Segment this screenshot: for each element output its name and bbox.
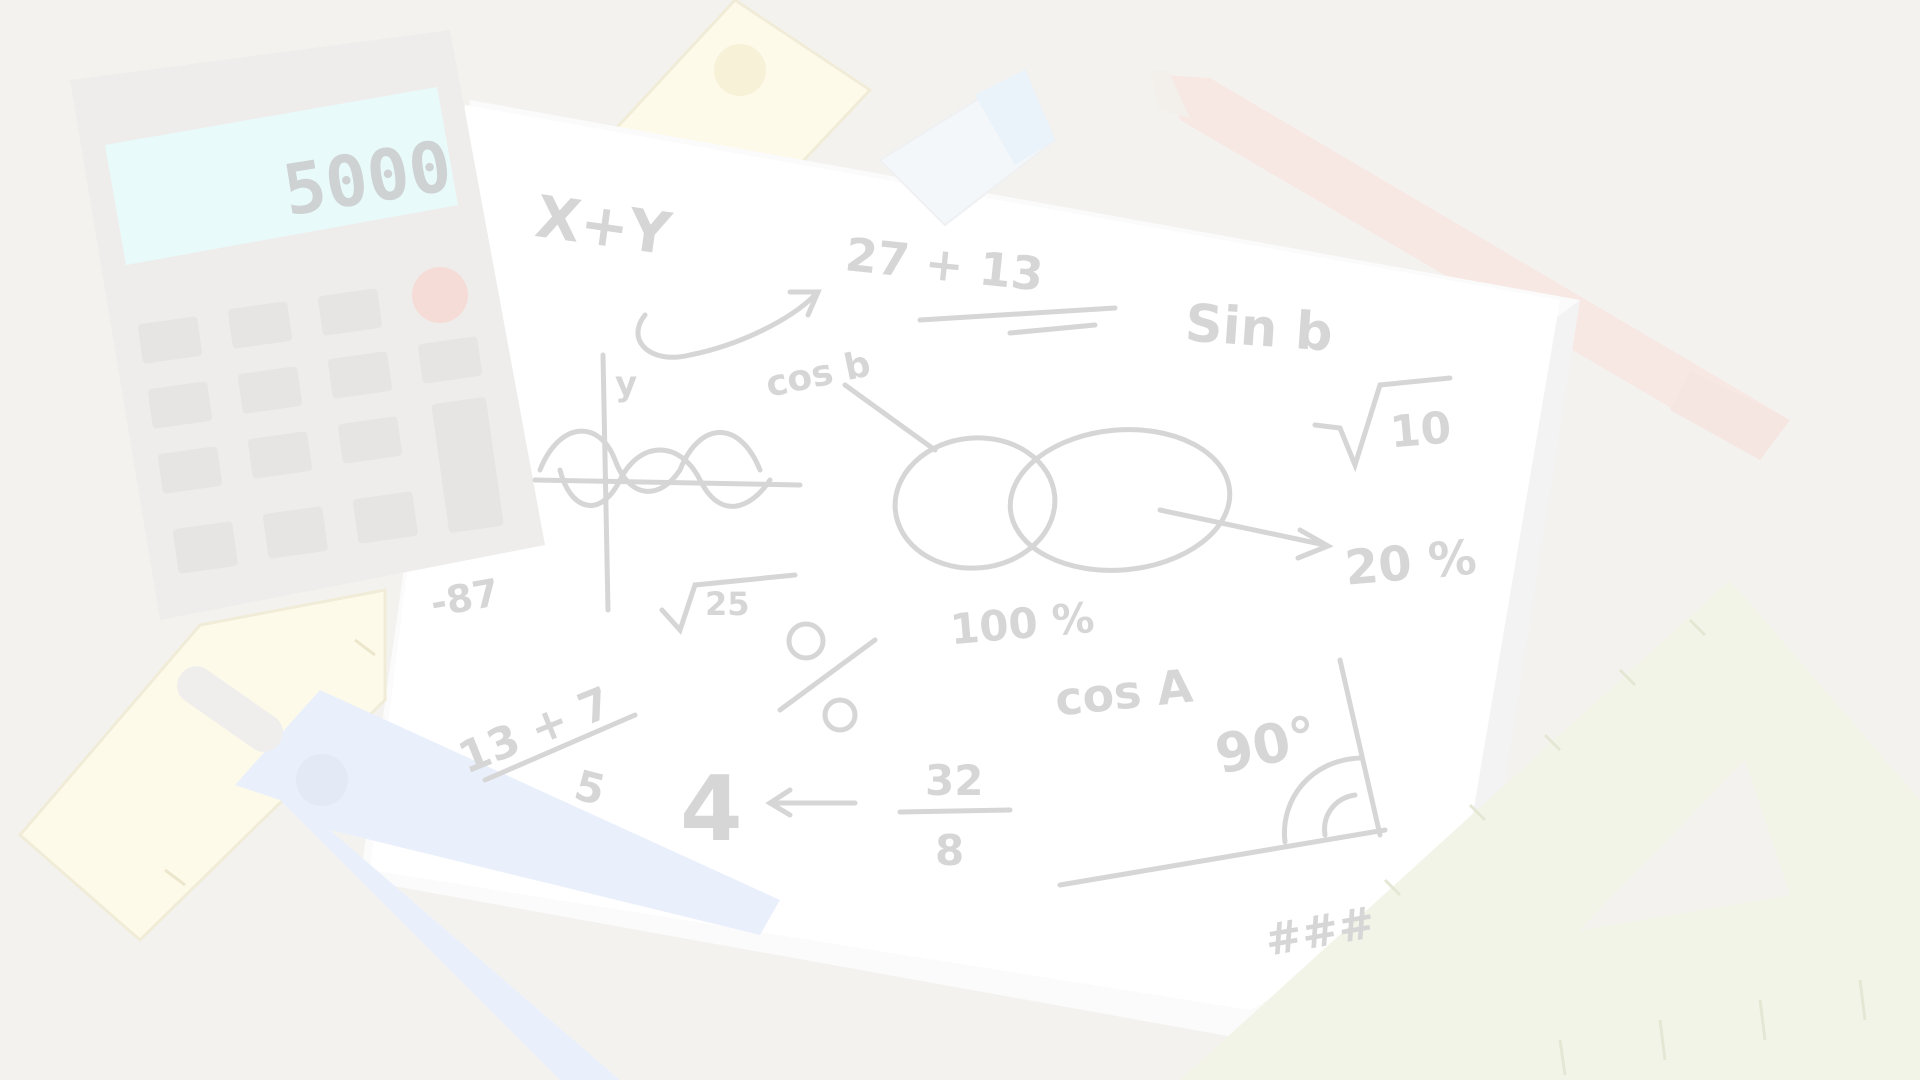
note-percent-20: 20 % [1343,529,1479,596]
note-y: y [615,364,637,404]
note-four: 4 [680,757,743,862]
fraction-bar-3 [897,807,1013,815]
scene-canvas: 5000 X+Y 27 + 13 Sin b cos b y 10 20 % -… [0,0,1920,1080]
note-sqrt-25: 25 [705,585,750,623]
note-sqrt-10: 10 [1388,402,1453,458]
math-desk-illustration: 5000 X+Y 27 + 13 Sin b cos b y 10 20 % -… [0,0,1920,1080]
note-fraction2-den: 8 [935,826,964,875]
note-sin-b: Sin b [1183,294,1334,364]
calculator-red-button [412,267,468,323]
note-fraction2-num: 32 [925,756,983,805]
